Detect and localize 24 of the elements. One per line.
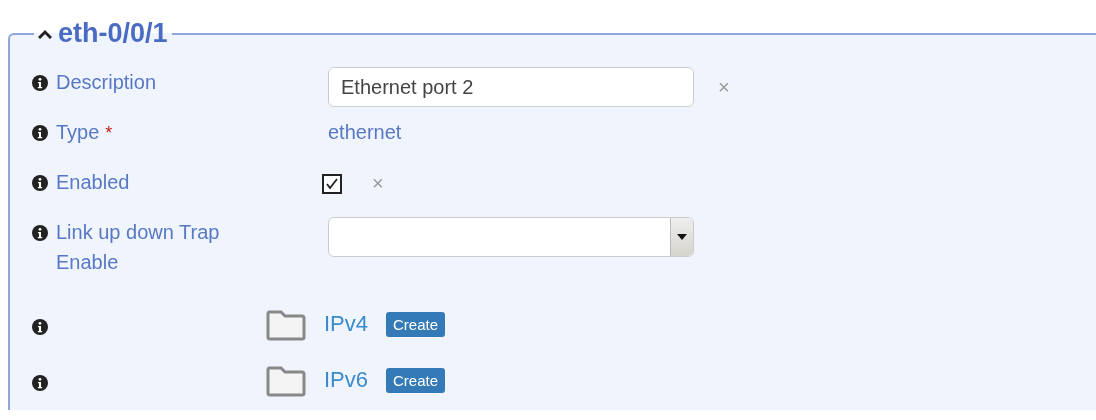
- field-value: ethernet: [328, 121, 402, 143]
- field-label: Link up down Trap Enable: [56, 220, 221, 275]
- container-link[interactable]: IPv6: [324, 367, 369, 393]
- field-label: Type *: [56, 120, 113, 145]
- info-icon[interactable]: [32, 125, 48, 141]
- description-field[interactable]: Ethernet port 2: [328, 67, 694, 107]
- field-label: Enabled: [56, 170, 130, 195]
- container-link[interactable]: IPv4: [324, 311, 369, 337]
- info-icon[interactable]: [32, 319, 48, 335]
- select-field[interactable]: [328, 217, 694, 257]
- create-button[interactable]: Create: [386, 311, 446, 337]
- caret-icon[interactable]: [38, 28, 52, 39]
- info-icon[interactable]: [32, 175, 48, 191]
- info-icon[interactable]: [32, 75, 48, 91]
- dropdown-arrow-icon[interactable]: [677, 234, 687, 240]
- create-button[interactable]: Create: [386, 367, 446, 393]
- info-icon[interactable]: [32, 375, 48, 391]
- required-mark: *: [105, 123, 113, 143]
- info-icon[interactable]: [32, 225, 48, 241]
- clear-button[interactable]: ×: [718, 75, 730, 99]
- field-label: Description: [56, 70, 157, 95]
- clear-button[interactable]: ×: [372, 172, 384, 195]
- panel-title: eth-0/0/1: [58, 18, 168, 49]
- enabled-checkbox[interactable]: [322, 173, 342, 194]
